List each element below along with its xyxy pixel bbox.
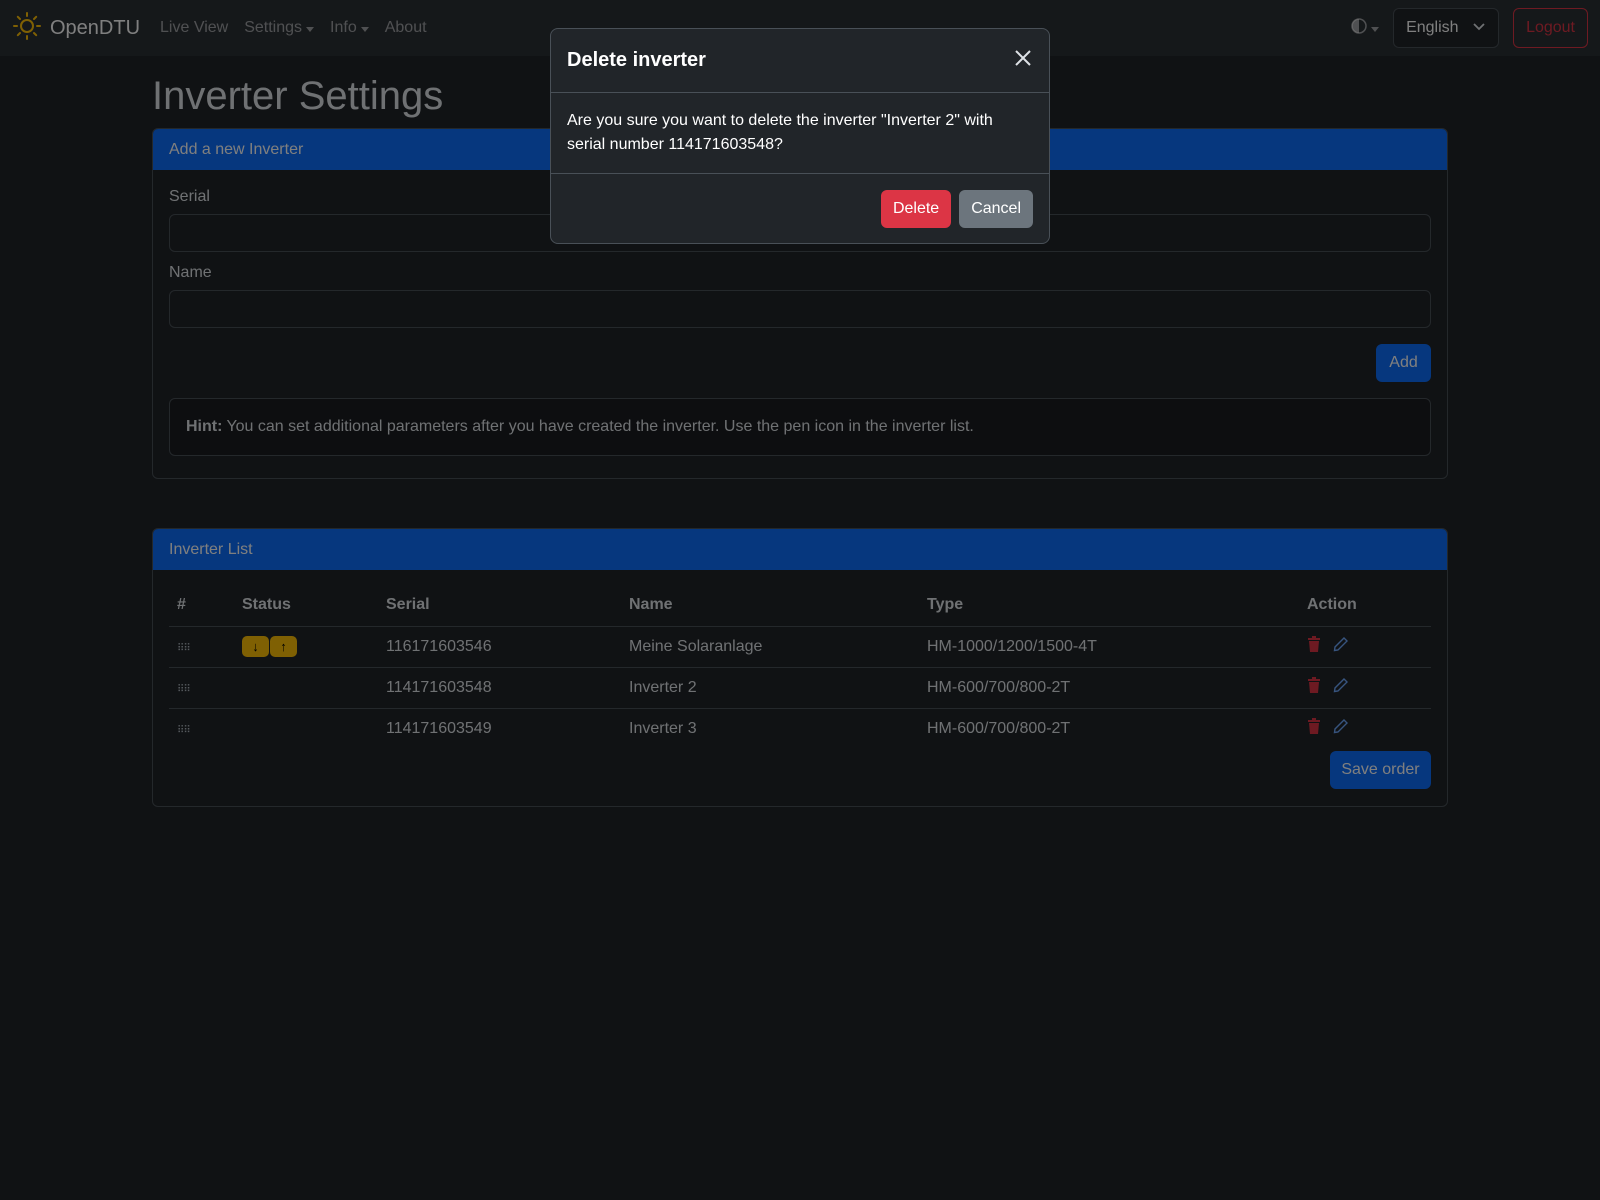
modal-footer: Delete Cancel — [551, 174, 1049, 244]
cancel-button[interactable]: Cancel — [959, 190, 1033, 228]
modal-message: Are you sure you want to delete the inve… — [551, 93, 1049, 174]
modal-title: Delete inverter — [567, 49, 706, 71]
delete-inverter-modal: Delete inverter Are you sure you want to… — [550, 28, 1050, 244]
modal-header: Delete inverter — [551, 29, 1049, 93]
close-icon[interactable] — [1013, 48, 1033, 73]
delete-button[interactable]: Delete — [880, 190, 952, 228]
